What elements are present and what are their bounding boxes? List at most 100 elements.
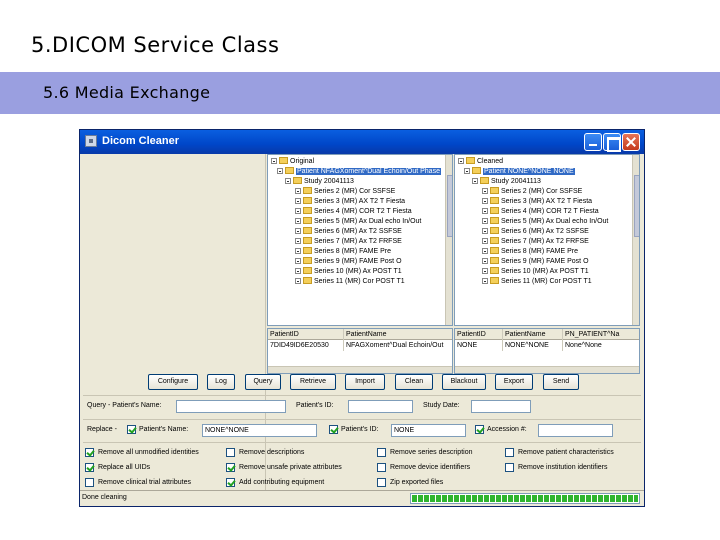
tree-series[interactable]: Series 10 (MR) Ax POST T1 (295, 267, 402, 277)
tree-series[interactable]: Series 4 (MR) COR T2 T Fiesta (295, 207, 412, 217)
table-row[interactable]: NONE NONE^NONE None^None (455, 340, 639, 351)
option-checkbox[interactable] (505, 463, 514, 472)
query-button[interactable]: Query (245, 374, 281, 390)
query-patient-id-input[interactable] (348, 400, 413, 413)
expand-icon[interactable] (295, 248, 301, 254)
expand-icon[interactable] (482, 258, 488, 264)
tree-root[interactable]: Cleaned (458, 157, 503, 167)
expand-icon[interactable] (295, 268, 301, 274)
maximize-button[interactable] (603, 133, 621, 152)
collapse-icon[interactable] (458, 158, 464, 164)
tree-patient[interactable]: Patient NONE^NONE NONE (464, 167, 575, 177)
option-checkbox[interactable] (226, 448, 235, 457)
original-tree-pane[interactable]: Original Patient NFAGXoment^Dual Echoin/… (267, 154, 453, 326)
original-tree-scrollbar[interactable] (445, 155, 452, 325)
replace-patient-id-checkbox[interactable] (329, 425, 338, 434)
export-button[interactable]: Export (495, 374, 533, 390)
expand-icon[interactable] (482, 248, 488, 254)
collapse-icon[interactable] (464, 168, 470, 174)
expand-icon[interactable] (295, 198, 301, 204)
expand-icon[interactable] (295, 258, 301, 264)
option-checkbox[interactable] (226, 478, 235, 487)
expand-icon[interactable] (482, 198, 488, 204)
tree-series[interactable]: Series 7 (MR) Ax T2 FRFSE (482, 237, 589, 247)
window-titlebar[interactable]: Dicom Cleaner (80, 130, 644, 154)
tree-series[interactable]: Series 9 (MR) FAME Post O (482, 257, 589, 267)
option-checkbox[interactable] (377, 448, 386, 457)
import-button[interactable]: Import (345, 374, 385, 390)
column-header[interactable]: PatientName (503, 329, 563, 340)
tree-series[interactable]: Series 2 (MR) Cor SSFSE (295, 187, 395, 197)
expand-icon[interactable] (482, 188, 488, 194)
tree-series[interactable]: Series 5 (MR) Ax Dual echo In/Out (482, 217, 608, 227)
minimize-button[interactable] (584, 133, 602, 151)
expand-icon[interactable] (482, 268, 488, 274)
column-header[interactable]: PatientID (455, 329, 503, 340)
send-button[interactable]: Send (543, 374, 579, 390)
tree-root[interactable]: Original (271, 157, 314, 167)
column-header[interactable]: PN_PATIENT^Na (563, 329, 639, 340)
collapse-icon[interactable] (285, 178, 291, 184)
tree-study[interactable]: Study 20041113 (285, 177, 354, 187)
cleaned-attributes-table[interactable]: PatientID PatientName PN_PATIENT^Na NONE… (454, 328, 640, 374)
tree-series[interactable]: Series 8 (MR) FAME Pre (482, 247, 578, 257)
tree-series[interactable]: Series 6 (MR) Ax T2 SSFSE (295, 227, 402, 237)
query-patient-name-input[interactable] (176, 400, 286, 413)
tree-series[interactable]: Series 10 (MR) Ax POST T1 (482, 267, 589, 277)
expand-icon[interactable] (295, 218, 301, 224)
tree-series[interactable]: Series 3 (MR) AX T2 T Fiesta (295, 197, 405, 207)
configure-button[interactable]: Configure (148, 374, 198, 390)
blackout-button[interactable]: Blackout (442, 374, 486, 390)
option-checkbox[interactable] (85, 448, 94, 457)
expand-icon[interactable] (482, 218, 488, 224)
query-study-date-input[interactable] (471, 400, 531, 413)
expand-icon[interactable] (295, 238, 301, 244)
cleaned-tree-pane[interactable]: Cleaned Patient NONE^NONE NONE Study 200… (454, 154, 640, 326)
tree-series[interactable]: Series 8 (MR) FAME Pre (295, 247, 391, 257)
table-row[interactable]: 7DID49ID6E20530 NFAGXoment^Dual Echoin/O… (268, 340, 452, 351)
tree-series[interactable]: Series 9 (MR) FAME Post O (295, 257, 402, 267)
tree-series[interactable]: Series 11 (MR) Cor POST T1 (482, 277, 592, 287)
replace-accession-checkbox[interactable] (475, 425, 484, 434)
tree-series[interactable]: Series 3 (MR) AX T2 T Fiesta (482, 197, 592, 207)
tree-series[interactable]: Series 11 (MR) Cor POST T1 (295, 277, 405, 287)
original-table-scrollbar[interactable] (268, 366, 452, 373)
expand-icon[interactable] (295, 278, 301, 284)
expand-icon[interactable] (482, 278, 488, 284)
expand-icon[interactable] (295, 228, 301, 234)
option-checkbox[interactable] (377, 463, 386, 472)
log-button[interactable]: Log (207, 374, 235, 390)
collapse-icon[interactable] (271, 158, 277, 164)
cleaned-table-scrollbar[interactable] (455, 366, 639, 373)
tree-patient[interactable]: Patient NFAGXoment^Dual Echoin/Out Phase (277, 167, 441, 177)
expand-icon[interactable] (482, 228, 488, 234)
option-checkbox[interactable] (85, 478, 94, 487)
cleaned-tree-scrollbar[interactable] (632, 155, 639, 325)
tree-series[interactable]: Series 2 (MR) Cor SSFSE (482, 187, 582, 197)
expand-icon[interactable] (295, 208, 301, 214)
expand-icon[interactable] (295, 188, 301, 194)
collapse-icon[interactable] (277, 168, 283, 174)
collapse-icon[interactable] (472, 178, 478, 184)
column-header[interactable]: PatientName (344, 329, 452, 340)
clean-button[interactable]: Clean (395, 374, 433, 390)
tree-series[interactable]: Series 6 (MR) Ax T2 SSFSE (482, 227, 589, 237)
option-checkbox[interactable] (505, 448, 514, 457)
close-button[interactable] (622, 133, 640, 151)
tree-series[interactable]: Series 4 (MR) COR T2 T Fiesta (482, 207, 599, 217)
expand-icon[interactable] (482, 238, 488, 244)
expand-icon[interactable] (482, 208, 488, 214)
tree-series[interactable]: Series 7 (MR) Ax T2 FRFSE (295, 237, 402, 247)
option-checkbox[interactable] (226, 463, 235, 472)
replace-patient-id-input[interactable]: NONE (391, 424, 466, 437)
replace-accession-input[interactable] (538, 424, 613, 437)
option-checkbox[interactable] (85, 463, 94, 472)
option-checkbox[interactable] (377, 478, 386, 487)
tree-series[interactable]: Series 5 (MR) Ax Dual echo In/Out (295, 217, 421, 227)
replace-patient-name-checkbox[interactable] (127, 425, 136, 434)
retrieve-button[interactable]: Retrieve (290, 374, 336, 390)
replace-patient-name-input[interactable]: NONE^NONE (202, 424, 317, 437)
original-attributes-table[interactable]: PatientID PatientName 7DID49ID6E20530 NF… (267, 328, 453, 374)
column-header[interactable]: PatientID (268, 329, 344, 340)
tree-study[interactable]: Study 20041113 (472, 177, 541, 187)
